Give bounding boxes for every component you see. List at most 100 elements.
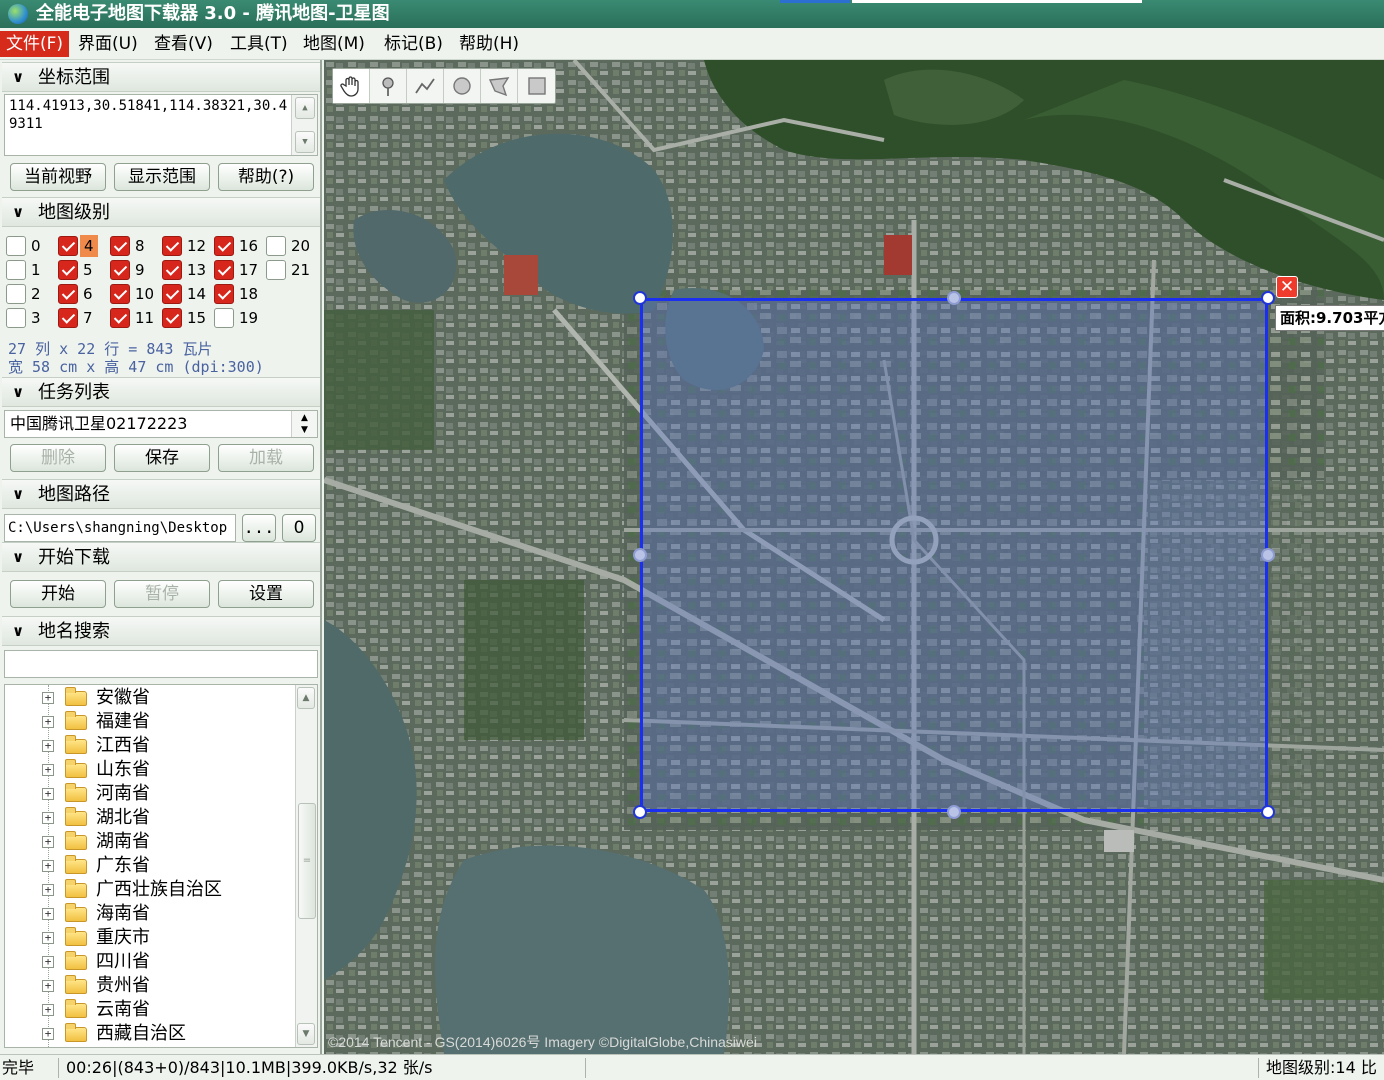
checkbox-checked-icon[interactable] [110, 308, 130, 328]
province-tree[interactable]: + 安徽省 + 福建省 + 江西省 + 山东省 + 河南省 + 湖北省 + 湖南省 + 广东省 + 广西壮族自治区… [4, 684, 318, 1048]
checkbox-empty-icon[interactable] [266, 236, 286, 256]
tree-item-province[interactable]: + 湖南省 [5, 830, 295, 854]
tree-item-province[interactable]: + 云南省 [5, 998, 295, 1022]
tree-item-province[interactable]: + 安徽省 [5, 686, 295, 710]
expand-plus-icon[interactable]: + [42, 860, 54, 872]
resize-handle-top-right[interactable] [1261, 291, 1275, 305]
checkbox-checked-icon[interactable] [58, 236, 78, 256]
scroll-thumb[interactable]: = [298, 803, 316, 919]
checkbox-checked-icon[interactable] [162, 260, 182, 280]
coord-scrollbar[interactable]: ▲ ▼ [291, 95, 317, 155]
expand-plus-icon[interactable]: + [42, 764, 54, 776]
menu-view[interactable]: 查看(V) [148, 31, 219, 57]
map-path-input[interactable]: C:\Users\shangning\Desktop [4, 514, 236, 542]
expand-plus-icon[interactable]: + [42, 740, 54, 752]
tree-item-province[interactable]: + 海南省 [5, 902, 295, 926]
checkbox-checked-icon[interactable] [110, 236, 130, 256]
spinner-arrows-icon[interactable]: ▲ ▼ [291, 411, 317, 437]
checkbox-empty-icon[interactable] [6, 284, 26, 304]
tree-item-province[interactable]: + 江西省 [5, 734, 295, 758]
checkbox-empty-icon[interactable] [6, 236, 26, 256]
circle-icon[interactable] [444, 69, 481, 103]
menu-markers[interactable]: 标记(B) [378, 31, 449, 57]
checkbox-checked-icon[interactable] [214, 236, 234, 256]
hand-icon[interactable] [333, 69, 370, 103]
coord-section-header[interactable]: ∨ 坐标范围 [2, 62, 320, 92]
open-folder-button[interactable]: 0 [282, 514, 316, 542]
pause-download-button[interactable]: 暂停 [114, 580, 210, 608]
tree-item-province[interactable]: + 重庆市 [5, 926, 295, 950]
resize-handle-top[interactable] [947, 291, 961, 305]
tree-item-province[interactable]: + 四川省 [5, 950, 295, 974]
settings-button[interactable]: 设置 [218, 580, 314, 608]
selection-rectangle[interactable] [640, 298, 1268, 812]
scroll-down-icon[interactable]: ▼ [297, 1023, 315, 1045]
menu-tools[interactable]: 工具(T) [224, 31, 294, 57]
scroll-up-icon[interactable]: ▲ [297, 687, 315, 709]
start-download-button[interactable]: 开始 [10, 580, 106, 608]
resize-handle-top-left[interactable] [633, 291, 647, 305]
coord-range-input[interactable]: 114.41913,30.51841,114.38321,30.49311 ▲ … [4, 94, 318, 156]
checkbox-checked-icon[interactable] [110, 260, 130, 280]
expand-plus-icon[interactable]: + [42, 716, 54, 728]
download-section-header[interactable]: ∨ 开始下载 [2, 542, 320, 572]
menu-map[interactable]: 地图(M) [297, 31, 371, 57]
tree-item-province[interactable]: + 山东省 [5, 758, 295, 782]
menu-help[interactable]: 帮助(H) [453, 31, 525, 57]
tree-item-province[interactable]: + 贵州省 [5, 974, 295, 998]
tree-item-province[interactable]: + 西藏自治区 [5, 1022, 295, 1046]
save-task-button[interactable]: 保存 [114, 444, 210, 472]
delete-task-button[interactable]: 删除 [10, 444, 106, 472]
checkbox-checked-icon[interactable] [110, 284, 130, 304]
task-section-header[interactable]: ∨ 任务列表 [2, 377, 320, 407]
menu-interface[interactable]: 界面(U) [72, 31, 144, 57]
marker-pin-icon[interactable] [370, 69, 407, 103]
resize-handle-left[interactable] [633, 548, 647, 562]
expand-plus-icon[interactable]: + [42, 908, 54, 920]
checkbox-empty-icon[interactable] [6, 308, 26, 328]
path-section-header[interactable]: ∨ 地图路径 [2, 479, 320, 509]
expand-plus-icon[interactable]: + [42, 788, 54, 800]
checkbox-checked-icon[interactable] [214, 284, 234, 304]
expand-plus-icon[interactable]: + [42, 812, 54, 824]
checkbox-checked-icon[interactable] [162, 308, 182, 328]
expand-plus-icon[interactable]: + [42, 836, 54, 848]
checkbox-empty-icon[interactable] [6, 260, 26, 280]
checkbox-checked-icon[interactable] [162, 236, 182, 256]
scroll-up-icon[interactable]: ▲ [295, 97, 315, 119]
tree-item-province[interactable]: + 福建省 [5, 710, 295, 734]
close-icon[interactable]: ✕ [1276, 276, 1298, 298]
task-select[interactable]: 中国腾讯卫星02172223 ▲ ▼ [4, 410, 318, 438]
expand-plus-icon[interactable]: + [42, 980, 54, 992]
expand-plus-icon[interactable]: + [42, 1004, 54, 1016]
map-view[interactable]: ✕ 面积:9.703平方公里 ©2014 Tencent - GS(2014)6… [324, 60, 1384, 1054]
resize-handle-right[interactable] [1261, 548, 1275, 562]
search-section-header[interactable]: ∨ 地名搜索 [2, 616, 320, 646]
expand-plus-icon[interactable]: + [42, 956, 54, 968]
browse-path-button[interactable]: ... [242, 514, 276, 542]
expand-plus-icon[interactable]: + [42, 932, 54, 944]
tree-item-province[interactable]: + 湖北省 [5, 806, 295, 830]
level-section-header[interactable]: ∨ 地图级别 [2, 197, 320, 227]
polygon-icon[interactable] [481, 69, 518, 103]
tree-scrollbar[interactable]: ▲ = ▼ [295, 685, 317, 1047]
resize-handle-bottom-left[interactable] [633, 805, 647, 819]
checkbox-checked-icon[interactable] [214, 260, 234, 280]
checkbox-empty-icon[interactable] [266, 260, 286, 280]
load-task-button[interactable]: 加载 [218, 444, 314, 472]
resize-handle-bottom[interactable] [947, 805, 961, 819]
tree-item-province[interactable]: + 河南省 [5, 782, 295, 806]
checkbox-checked-icon[interactable] [58, 308, 78, 328]
checkbox-checked-icon[interactable] [58, 284, 78, 304]
place-search-input[interactable] [4, 650, 318, 678]
checkbox-checked-icon[interactable] [162, 284, 182, 304]
tree-item-province[interactable]: + 广东省 [5, 854, 295, 878]
polyline-icon[interactable] [407, 69, 444, 103]
menu-file[interactable]: 文件(F) [0, 31, 70, 57]
current-view-button[interactable]: 当前视野 [10, 163, 106, 191]
resize-handle-bottom-right[interactable] [1261, 805, 1275, 819]
help-button[interactable]: 帮助(?) [218, 163, 314, 191]
checkbox-checked-icon[interactable] [58, 260, 78, 280]
rectangle-icon[interactable] [518, 69, 555, 103]
scroll-down-icon[interactable]: ▼ [295, 131, 315, 153]
